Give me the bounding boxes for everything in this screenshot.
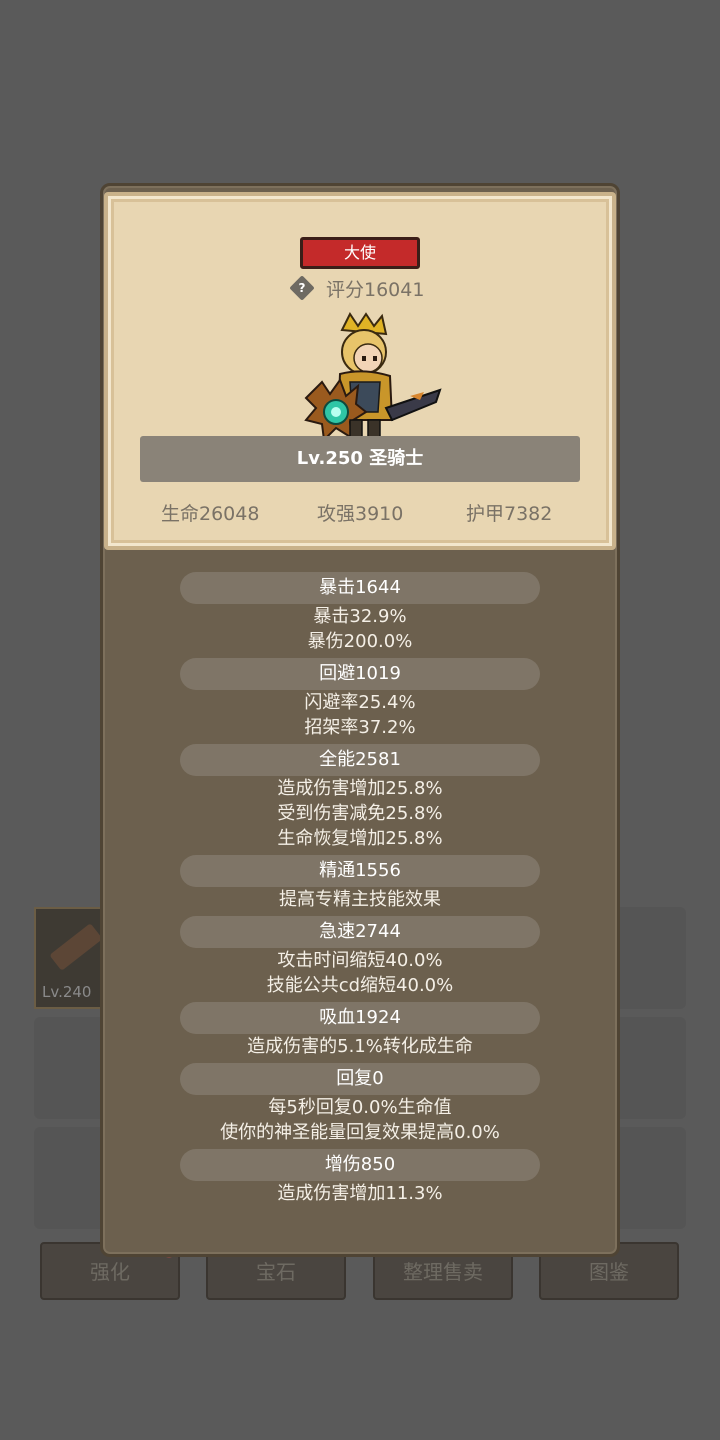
attribute-line: 提高专精主技能效果 [279,889,441,910]
attribute-group-mastery: 精通1556 提高专精主技能效果 [104,855,616,912]
title-badge: 大使 [300,237,420,269]
attribute-line: 造成伤害的5.1%转化成生命 [247,1036,473,1057]
sword-icon [49,923,103,971]
attribute-line: 受到伤害减免25.8% [277,803,443,824]
attribute-group-avoidance: 回避1019 闪避率25.4% 招架率37.2% [104,658,616,740]
attribute-group-haste: 急速2744 攻击时间缩短40.0% 技能公共cd缩短40.0% [104,916,616,998]
attribute-line: 造成伤害增加25.8% [277,778,443,799]
attribute-header: 急速2744 [180,916,540,948]
attribute-line: 造成伤害增加11.3% [277,1183,443,1204]
attribute-line: 闪避率25.4% [304,692,416,713]
attribute-group-regen: 回复0 每5秒回复0.0%生命值 使你的神圣能量回复效果提高0.0% [104,1063,616,1145]
attribute-line: 暴伤200.0% [307,631,413,652]
attribute-line: 使你的神圣能量回复效果提高0.0% [220,1122,500,1143]
class-level-bar: Lv.250 圣骑士 [140,436,580,482]
inventory-slot[interactable] [614,907,686,1009]
codex-button-label: 图鉴 [589,1260,629,1284]
attribute-line: 招架率37.2% [304,717,416,738]
attribute-line: 每5秒回复0.0%生命值 [268,1097,452,1118]
inventory-slot[interactable] [34,1017,106,1119]
attribute-line: 攻击时间缩短40.0% [277,950,443,971]
attribute-group-crit: 暴击1644 暴击32.9% 暴伤200.0% [104,572,616,654]
attribute-header: 增伤850 [180,1149,540,1181]
gem-button-label: 宝石 [256,1260,296,1284]
score-row: ? 评分16041 [289,274,425,302]
inventory-slot[interactable] [614,1127,686,1229]
attribute-list: 暴击1644 暴击32.9% 暴伤200.0% 回避1019 闪避率25.4% … [104,570,616,1206]
attribute-group-damage-bonus: 增伤850 造成伤害增加11.3% [104,1149,616,1206]
attribute-header: 吸血1924 [180,1002,540,1034]
inventory-slot[interactable] [614,1017,686,1119]
attribute-header: 精通1556 [180,855,540,887]
stat-health: 生命26048 [161,503,260,525]
attribute-header: 全能2581 [180,744,540,776]
attribute-group-lifesteal: 吸血1924 造成伤害的5.1%转化成生命 [104,1002,616,1059]
item-level: Lv.240 [42,983,92,1001]
score-text: 评分16041 [326,278,425,301]
attribute-group-versatility: 全能2581 造成伤害增加25.8% 受到伤害减免25.8% 生命恢复增加25.… [104,744,616,851]
help-icon-glyph: ? [298,281,306,295]
attribute-header: 暴击1644 [180,572,540,604]
inventory-slot[interactable] [34,1127,106,1229]
help-icon[interactable]: ? [289,275,315,301]
attribute-header: 回复0 [180,1063,540,1095]
attribute-line: 生命恢复增加25.8% [277,828,443,849]
stat-armor: 护甲7382 [466,503,553,525]
attribute-line: 暴击32.9% [313,606,407,627]
paladin-character-sprite [304,312,442,443]
inventory-item-weapon[interactable]: Lv.240 [34,907,106,1009]
sort-sell-button-label: 整理售卖 [403,1260,483,1284]
attribute-header: 回避1019 [180,658,540,690]
attribute-line: 技能公共cd缩短40.0% [266,975,454,996]
stat-attack-power: 攻强3910 [317,503,404,525]
enhance-button-label: 强化 [90,1260,130,1284]
